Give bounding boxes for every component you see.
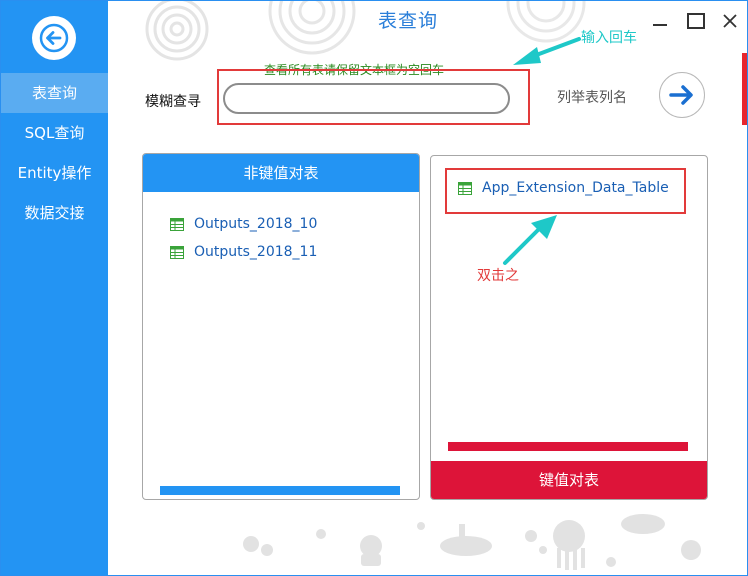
table-icon	[170, 217, 184, 231]
sidebar-item-entity-operation[interactable]: Entity操作	[1, 153, 108, 193]
table-name: Outputs_2018_11	[194, 244, 318, 260]
fuzzy-search-label: 模糊查寻	[145, 94, 201, 110]
list-columns-label: 列举表列名	[557, 90, 627, 106]
page-title: 表查询	[378, 10, 439, 32]
annotation-arrow-icon	[513, 37, 581, 65]
sea-creatures-decoration	[243, 514, 701, 570]
horizontal-scrollbar[interactable]	[448, 442, 688, 451]
sidebar-item-sql-query[interactable]: SQL查询	[1, 113, 108, 153]
table-row[interactable]: Outputs_2018_11	[170, 244, 317, 260]
wood-ring-decoration	[506, 1, 586, 43]
search-input[interactable]	[223, 83, 510, 114]
close-icon	[723, 14, 737, 28]
wood-ring-decoration	[145, 1, 209, 61]
minimize-icon	[653, 24, 667, 26]
minimize-button[interactable]	[649, 10, 671, 32]
wood-ring-decoration	[268, 1, 356, 55]
app-window: 表查询 SQL查询 Entity操作 数据交接 表查询 输入回车 查看所有表请保…	[0, 0, 748, 576]
table-name: App_Extension_Data_Table	[482, 180, 669, 196]
non-keyed-tables-panel: 非键值对表 Outputs_2018_10 Outputs_2018_11	[142, 153, 420, 500]
keyed-tables-panel: App_Extension_Data_Table 键值对表	[430, 155, 708, 500]
non-keyed-tables-header: 非键值对表	[143, 154, 419, 192]
table-name: Outputs_2018_10	[194, 216, 318, 232]
close-button[interactable]	[719, 10, 741, 32]
arrow-left-icon	[39, 23, 69, 53]
table-row[interactable]: Outputs_2018_10	[170, 216, 317, 232]
table-icon	[170, 245, 184, 259]
table-row[interactable]: App_Extension_Data_Table	[458, 180, 669, 196]
sidebar-item-table-query[interactable]: 表查询	[1, 73, 108, 113]
sidebar-item-data-exchange[interactable]: 数据交接	[1, 193, 108, 233]
search-hint: 查看所有表请保留文本框为空回车	[264, 63, 445, 77]
arrow-right-icon	[669, 85, 693, 105]
sidebar: 表查询 SQL查询 Entity操作 数据交接	[1, 1, 108, 575]
annotation-double-click: 双击之	[477, 268, 519, 284]
maximize-button[interactable]	[685, 10, 707, 32]
sidebar-nav: 表查询 SQL查询 Entity操作 数据交接	[1, 73, 108, 233]
keyed-tables-footer: 键值对表	[431, 461, 707, 499]
annotation-enter: 输入回车	[581, 30, 637, 46]
back-button[interactable]	[32, 16, 76, 60]
list-columns-button[interactable]	[659, 72, 705, 118]
horizontal-scrollbar[interactable]	[160, 486, 400, 495]
table-icon	[458, 181, 472, 195]
scroll-indicator	[742, 53, 747, 125]
maximize-icon	[687, 13, 705, 29]
